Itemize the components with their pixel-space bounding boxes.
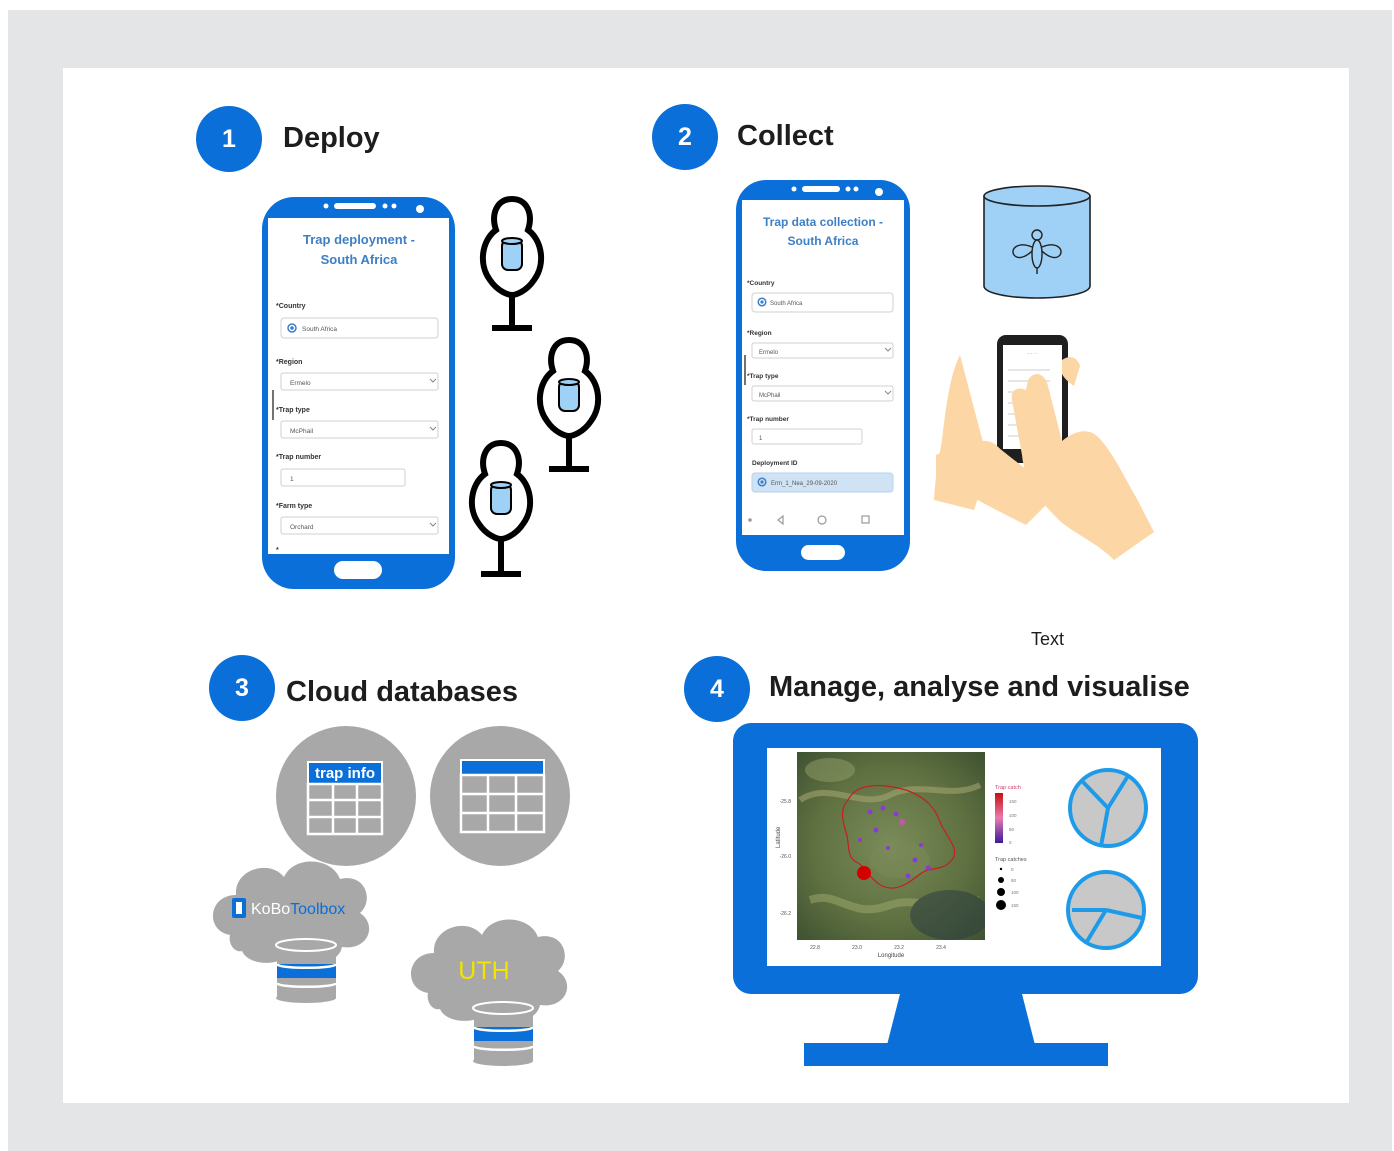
svg-text:McPhail: McPhail xyxy=(290,428,314,435)
collect-form-title-2: South Africa xyxy=(788,234,859,248)
svg-text:*: * xyxy=(276,547,279,554)
map-xtick: 23.4 xyxy=(936,945,946,951)
svg-text:*Farm type: *Farm type xyxy=(276,503,312,510)
svg-text:*Region: *Region xyxy=(747,330,772,337)
collect-form-title-1: Trap data collection - xyxy=(763,215,883,229)
svg-text:···· ···: ···· ··· xyxy=(1027,351,1037,356)
svg-text:100: 100 xyxy=(1011,890,1019,895)
satellite-map-plot: Latitude -25.8 -26.0 -26.2 22.8 23.0 23.… xyxy=(776,752,985,959)
svg-text:100: 100 xyxy=(1009,813,1017,818)
svg-text:50: 50 xyxy=(1011,878,1017,883)
collect-phone: Trap data collection - South Africa *Cou… xyxy=(736,180,910,571)
map-ytick: -25.8 xyxy=(780,799,792,805)
kobo-toolbox-logo: KoBoToolbox xyxy=(251,901,345,918)
svg-text:*Trap number: *Trap number xyxy=(747,416,789,423)
map-xlabel: Longitude xyxy=(878,953,905,959)
map-xtick: 22.8 xyxy=(810,945,820,951)
svg-text:McPhail: McPhail xyxy=(759,393,780,399)
svg-text:Ermelo: Ermelo xyxy=(290,380,311,387)
svg-text:Erm_1_Nea_29-09-2020: Erm_1_Nea_29-09-2020 xyxy=(771,481,838,487)
trap-info-label: trap info xyxy=(315,765,375,782)
svg-text:South Africa: South Africa xyxy=(302,326,337,333)
svg-text:Deployment ID: Deployment ID xyxy=(752,460,798,467)
database-cylinder-icon xyxy=(472,1001,535,1066)
svg-text:Ermelo: Ermelo xyxy=(759,350,779,356)
map-ylabel: Latitude xyxy=(776,826,782,848)
svg-text:150: 150 xyxy=(1011,903,1019,908)
table-icon xyxy=(430,726,570,866)
hand-holding-phone-icon: ···· ··· xyxy=(934,335,1154,560)
trap-info-table-icon: trap info xyxy=(276,726,416,866)
legend-size-title: Trap catches xyxy=(995,857,1027,863)
svg-text:*Trap type: *Trap type xyxy=(276,407,310,414)
svg-text:150: 150 xyxy=(1009,799,1017,804)
svg-text:50: 50 xyxy=(1009,827,1015,832)
tree-trap-icon xyxy=(536,336,602,472)
svg-text:South Africa: South Africa xyxy=(770,301,803,307)
deploy-phone: Trap deployment - South Africa *Country … xyxy=(262,197,455,589)
map-ytick: -26.2 xyxy=(780,911,792,917)
deploy-form-title-2: South Africa xyxy=(321,252,399,267)
map-ytick: -26.0 xyxy=(780,854,792,860)
svg-text:*Country: *Country xyxy=(747,280,775,287)
pie-chart-icon xyxy=(1068,768,1148,848)
trap-canister-fly-icon xyxy=(983,185,1091,299)
svg-text:*Trap type: *Trap type xyxy=(747,373,779,380)
database-cylinder-icon xyxy=(275,938,338,1003)
uth-label: UTH xyxy=(458,957,509,985)
svg-text:1: 1 xyxy=(290,476,294,483)
tree-trap-icon xyxy=(468,439,534,577)
pie-chart-icon xyxy=(1066,870,1146,950)
svg-text:Orchard: Orchard xyxy=(290,524,314,531)
svg-text:*Region: *Region xyxy=(276,359,302,366)
svg-text:*Country: *Country xyxy=(276,303,306,310)
svg-text:*Trap number: *Trap number xyxy=(276,454,321,461)
map-xtick: 23.0 xyxy=(852,945,862,951)
illustration-canvas: Trap deployment - South Africa *Country … xyxy=(212,180,1198,1066)
deploy-form-title-1: Trap deployment - xyxy=(303,232,415,247)
legend-colorbar-title: Trap catch xyxy=(995,785,1021,791)
tree-trap-icon xyxy=(479,195,545,331)
map-xtick: 23.2 xyxy=(894,945,904,951)
